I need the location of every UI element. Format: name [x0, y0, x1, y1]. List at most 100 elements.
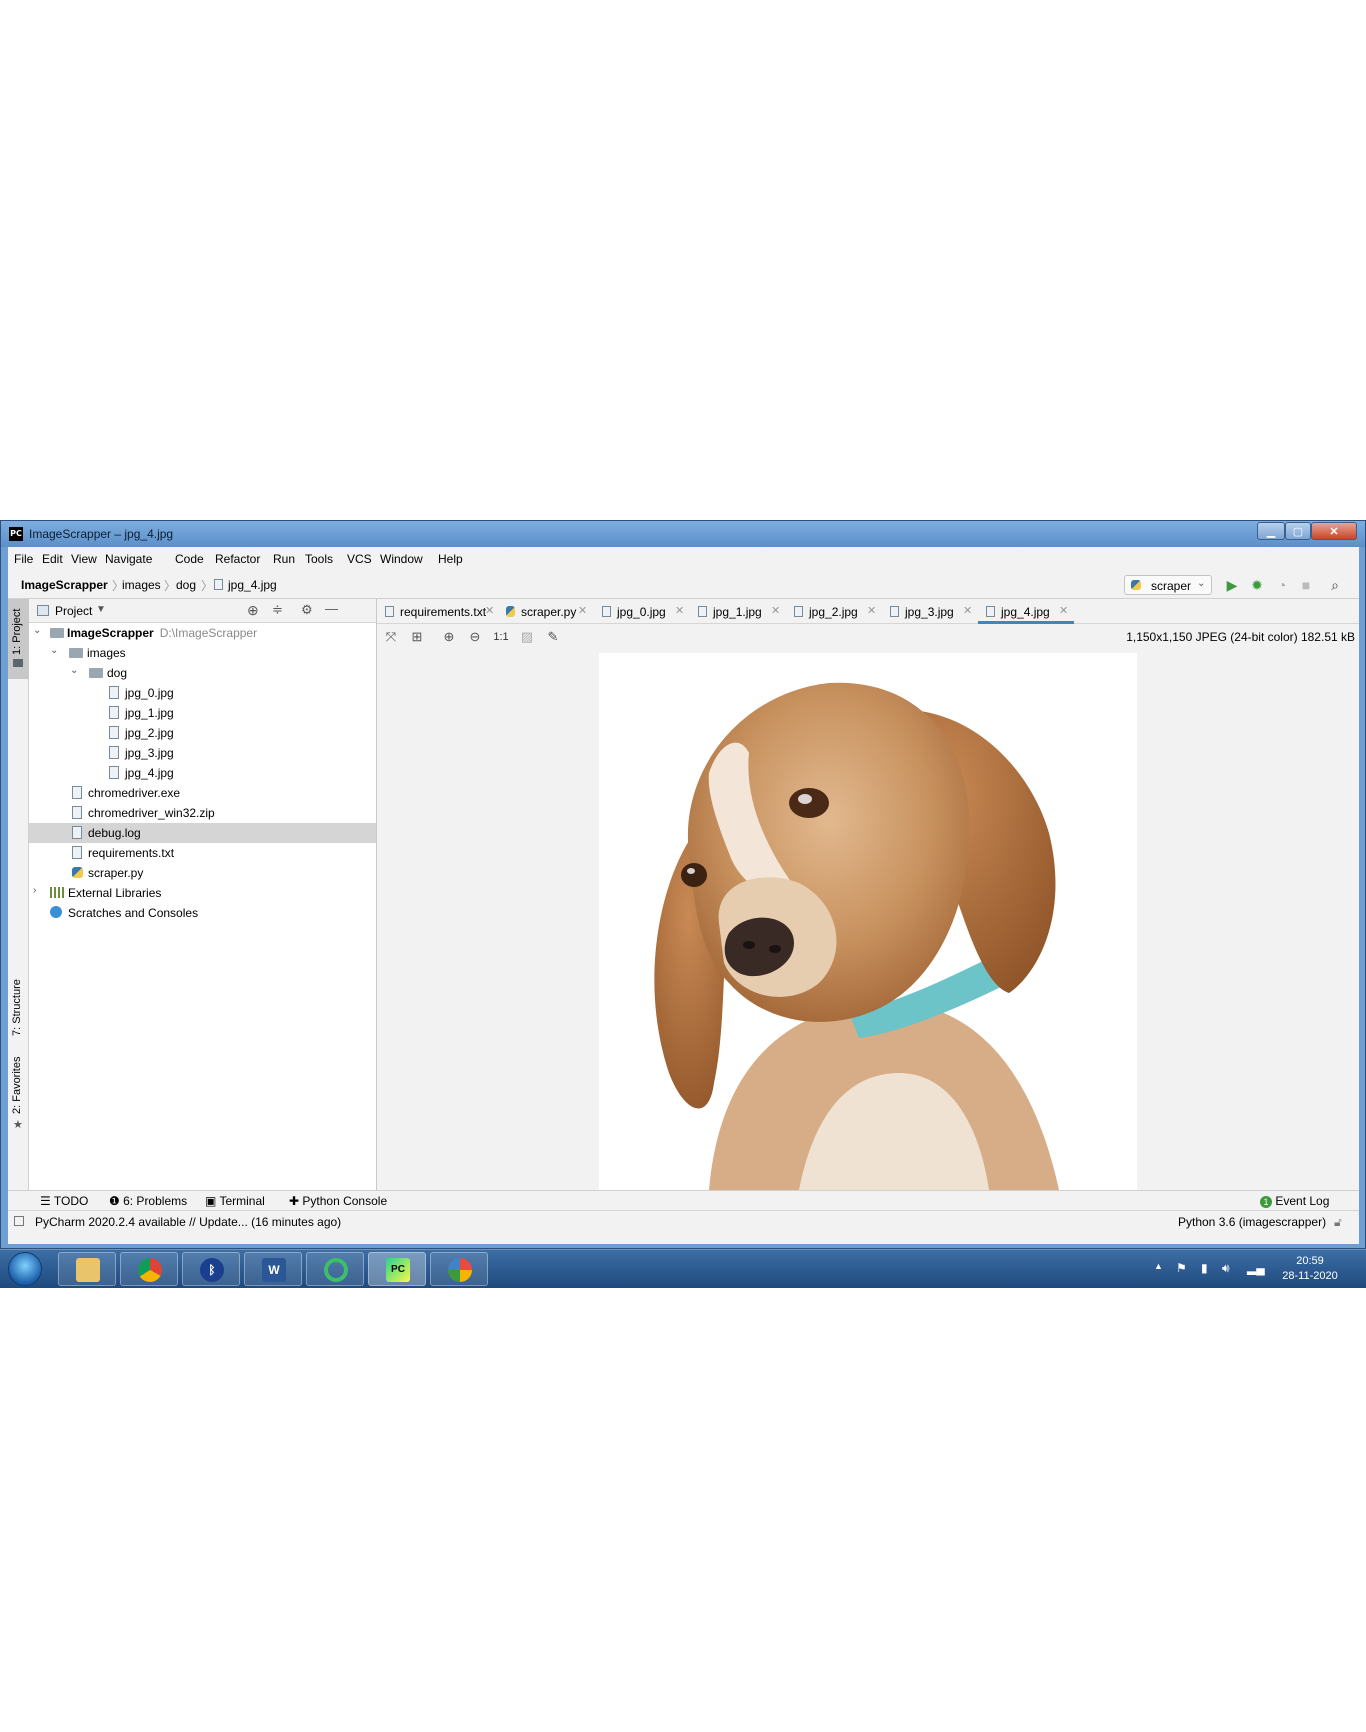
python-console-tool-button[interactable]: ✚ Python Console [289, 1194, 387, 1208]
menu-code[interactable]: Code [175, 552, 204, 566]
favorites-tool-tab[interactable]: ★ 2: Favorites [8, 1054, 29, 1134]
action-center-flag-icon[interactable]: ⚑ [1176, 1261, 1187, 1275]
expanded-arrow-icon[interactable]: ⌄ [70, 665, 78, 676]
close-tab-icon[interactable]: ✕ [1059, 604, 1068, 617]
close-tab-icon[interactable]: ✕ [485, 604, 494, 617]
image-canvas[interactable] [599, 653, 1137, 1190]
run-icon[interactable]: ▶ [1223, 576, 1241, 594]
todo-tool-button[interactable]: ☰ TODO [40, 1194, 88, 1208]
taskbar-file-explorer[interactable] [58, 1252, 116, 1286]
tree-item-jpg-2[interactable]: jpg_2.jpg [29, 723, 376, 743]
run-configuration-selector[interactable]: scraper ⌄ [1124, 575, 1212, 595]
tab-scraper-py[interactable]: scraper.py ✕ [498, 599, 591, 624]
tree-item-debug-log[interactable]: debug.log [29, 823, 376, 843]
hide-panel-icon[interactable]: — [325, 601, 338, 616]
breadcrumb-file[interactable]: jpg_4.jpg [228, 578, 277, 592]
menu-tools[interactable]: Tools [305, 552, 333, 566]
menu-edit[interactable]: Edit [42, 552, 63, 566]
expanded-arrow-icon[interactable]: ⌄ [50, 645, 58, 656]
taskbar-paint[interactable] [430, 1252, 488, 1286]
tree-item-chromedriver-exe[interactable]: chromedriver.exe [29, 783, 376, 803]
title-bar[interactable]: PC ImageScrapper – jpg_4.jpg ▁ ▢ ✕ [1, 521, 1365, 547]
chevron-down-icon[interactable]: ▼ [96, 604, 106, 615]
tree-item-dog[interactable]: ⌄ dog [29, 663, 376, 683]
start-button[interactable] [8, 1252, 42, 1286]
tree-item-requirements[interactable]: requirements.txt [29, 843, 376, 863]
breadcrumb-project[interactable]: ImageScrapper [21, 578, 108, 592]
tree-item-label: chromedriver_win32.zip [88, 806, 215, 820]
tab-jpg-3[interactable]: jpg_3.jpg ✕ [882, 599, 976, 624]
breadcrumb-images[interactable]: images [122, 578, 161, 592]
taskbar-clock[interactable]: 20:59 28-11-2020 [1270, 1254, 1350, 1284]
menu-vcs[interactable]: VCS [347, 552, 372, 566]
tree-item-scraper-py[interactable]: scraper.py [29, 863, 376, 883]
close-tab-icon[interactable]: ✕ [578, 604, 587, 617]
structure-tool-tab[interactable]: 7: Structure [8, 964, 29, 1044]
minimize-button[interactable]: ▁ [1257, 522, 1285, 540]
taskbar-word[interactable]: W [244, 1252, 302, 1286]
show-hidden-icons[interactable]: ▲ [1154, 1261, 1163, 1271]
tab-jpg-4[interactable]: jpg_4.jpg ✕ [978, 599, 1074, 624]
background-icon[interactable]: ▨ [519, 629, 535, 645]
tree-item-jpg-3[interactable]: jpg_3.jpg [29, 743, 376, 763]
debug-icon[interactable]: ✹ [1248, 576, 1266, 594]
tab-jpg-0[interactable]: jpg_0.jpg ✕ [594, 599, 688, 624]
status-message[interactable]: PyCharm 2020.2.4 available // Update... … [35, 1215, 341, 1229]
close-tab-icon[interactable]: ✕ [867, 604, 876, 617]
breadcrumb-dog[interactable]: dog [176, 578, 196, 592]
taskbar-chrome[interactable] [120, 1252, 178, 1286]
fit-to-window-icon[interactable]: ⤧ [383, 629, 399, 645]
expanded-arrow-icon[interactable]: ⌄ [33, 625, 41, 636]
zoom-out-icon[interactable]: ⊖ [467, 629, 483, 645]
battery-icon[interactable]: ▮ [1201, 1261, 1208, 1275]
tree-item-jpg-0[interactable]: jpg_0.jpg [29, 683, 376, 703]
close-tab-icon[interactable]: ✕ [963, 604, 972, 617]
menu-view[interactable]: View [71, 552, 97, 566]
zoom-in-icon[interactable]: ⊕ [441, 629, 457, 645]
tree-item-jpg-4[interactable]: jpg_4.jpg [29, 763, 376, 783]
interpreter-selector[interactable]: Python 3.6 (imagescrapper) [1178, 1215, 1326, 1229]
lock-icon[interactable]: 🔓︎ [1334, 1215, 1342, 1230]
taskbar-bluetooth[interactable]: ᛒ [182, 1252, 240, 1286]
volume-icon[interactable]: 🔊︎ [1222, 1261, 1230, 1276]
actual-size-button[interactable]: 1:1 [493, 629, 509, 645]
grid-icon[interactable]: ⊞ [409, 629, 425, 645]
tree-item-jpg-1[interactable]: jpg_1.jpg [29, 703, 376, 723]
terminal-tool-button[interactable]: ▣ Terminal [205, 1194, 265, 1208]
stop-icon[interactable]: ■ [1297, 576, 1315, 594]
tree-item-images[interactable]: ⌄ images [29, 643, 376, 663]
maximize-button[interactable]: ▢ [1285, 522, 1311, 540]
taskbar-pycharm[interactable]: PC [368, 1252, 426, 1286]
tree-item-chromedriver-zip[interactable]: chromedriver_win32.zip [29, 803, 376, 823]
coverage-icon[interactable]: ◔ [1273, 576, 1291, 594]
tab-jpg-2[interactable]: jpg_2.jpg ✕ [786, 599, 880, 624]
tab-jpg-1[interactable]: jpg_1.jpg ✕ [690, 599, 784, 624]
project-view-label[interactable]: Project [55, 604, 92, 618]
taskbar-refresh-app[interactable] [306, 1252, 364, 1286]
problems-tool-button[interactable]: ❶ 6: Problems [109, 1194, 187, 1208]
color-picker-icon[interactable]: ✎ [545, 629, 561, 645]
tree-item-external-libraries[interactable]: › External Libraries [29, 883, 376, 903]
toggle-tool-windows-icon[interactable] [14, 1216, 24, 1226]
menu-refactor[interactable]: Refactor [215, 552, 260, 566]
gear-icon[interactable]: ⚙ [301, 602, 313, 618]
menu-help[interactable]: Help [438, 552, 463, 566]
signal-icon[interactable]: ▂▄ [1247, 1261, 1265, 1275]
close-tab-icon[interactable]: ✕ [771, 604, 780, 617]
event-log-tool-button[interactable]: 1 Event Log [1260, 1194, 1329, 1208]
close-tab-icon[interactable]: ✕ [675, 604, 684, 617]
tree-item-scratches[interactable]: Scratches and Consoles [29, 903, 376, 923]
close-window-button[interactable]: ✕ [1311, 522, 1357, 540]
collapse-all-icon[interactable]: ≑ [272, 602, 283, 618]
tree-item-project-root[interactable]: ⌄ ImageScrapper D:\ImageScrapper [29, 623, 376, 643]
project-tool-tab[interactable]: 1: Project [8, 599, 29, 679]
menu-window[interactable]: Window [380, 552, 423, 566]
menu-run[interactable]: Run [273, 552, 295, 566]
collapsed-arrow-icon[interactable]: › [33, 885, 36, 896]
locate-file-icon[interactable]: ⊕ [247, 602, 259, 619]
tab-requirements-txt[interactable]: requirements.txt ✕ [377, 599, 497, 624]
menu-navigate[interactable]: Navigate [105, 552, 152, 566]
clock-date: 28-11-2020 [1282, 1270, 1338, 1282]
search-everywhere-icon[interactable]: ⌕ [1326, 576, 1344, 594]
menu-file[interactable]: File [14, 552, 33, 566]
